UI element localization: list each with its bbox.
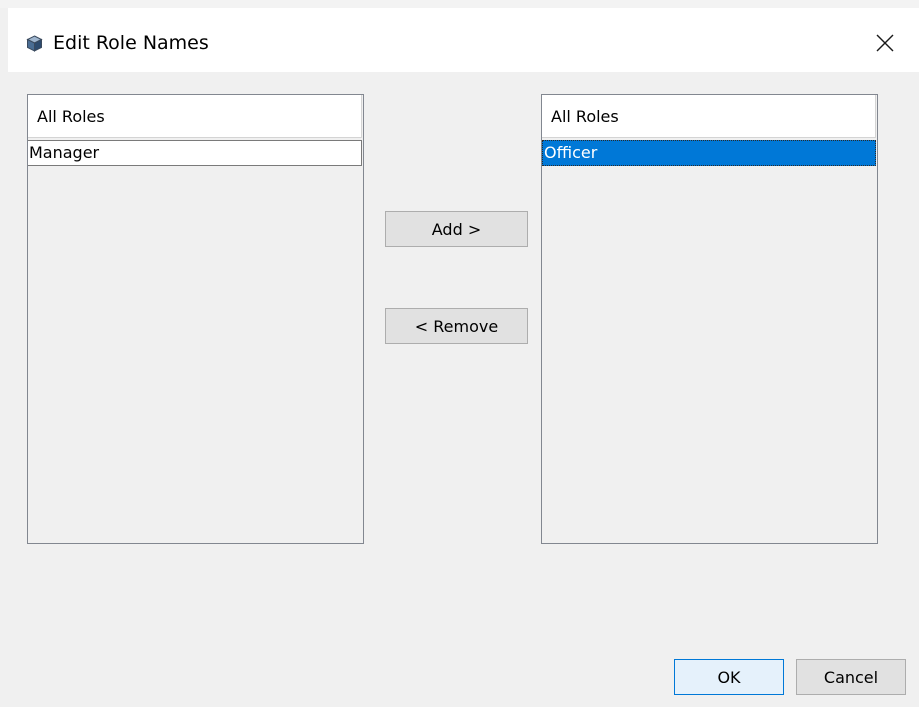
window-title: Edit Role Names [53,32,209,54]
list-item-manager[interactable]: Manager [28,140,362,166]
close-icon [876,34,894,52]
assigned-roles-list[interactable]: All Roles Officer [541,94,878,544]
ok-button[interactable]: OK [674,659,784,695]
add-button[interactable]: Add > [385,211,528,247]
assigned-roles-header[interactable]: All Roles [542,95,876,138]
available-roles-list[interactable]: All Roles Manager [27,94,364,544]
window-shadow [0,0,919,8]
cancel-button[interactable]: Cancel [796,659,906,695]
available-roles-header[interactable]: All Roles [28,95,362,138]
add-button-label: Add > [431,219,482,239]
remove-button-label: < Remove [414,316,499,336]
close-button[interactable] [868,28,902,58]
list-item-officer[interactable]: Officer [542,140,876,166]
cancel-button-label: Cancel [823,667,879,687]
edit-role-names-dialog: Edit Role Names All Roles Manager Add > … [8,8,919,707]
cube-icon [26,35,43,52]
list-item-label: Manager [29,143,100,162]
remove-button[interactable]: < Remove [385,308,528,344]
list-item-label: Officer [544,143,598,162]
assigned-roles-header-label: All Roles [551,107,619,126]
ok-button-label: OK [717,667,741,687]
title-bar[interactable]: Edit Role Names [8,8,919,72]
available-roles-header-label: All Roles [37,107,105,126]
